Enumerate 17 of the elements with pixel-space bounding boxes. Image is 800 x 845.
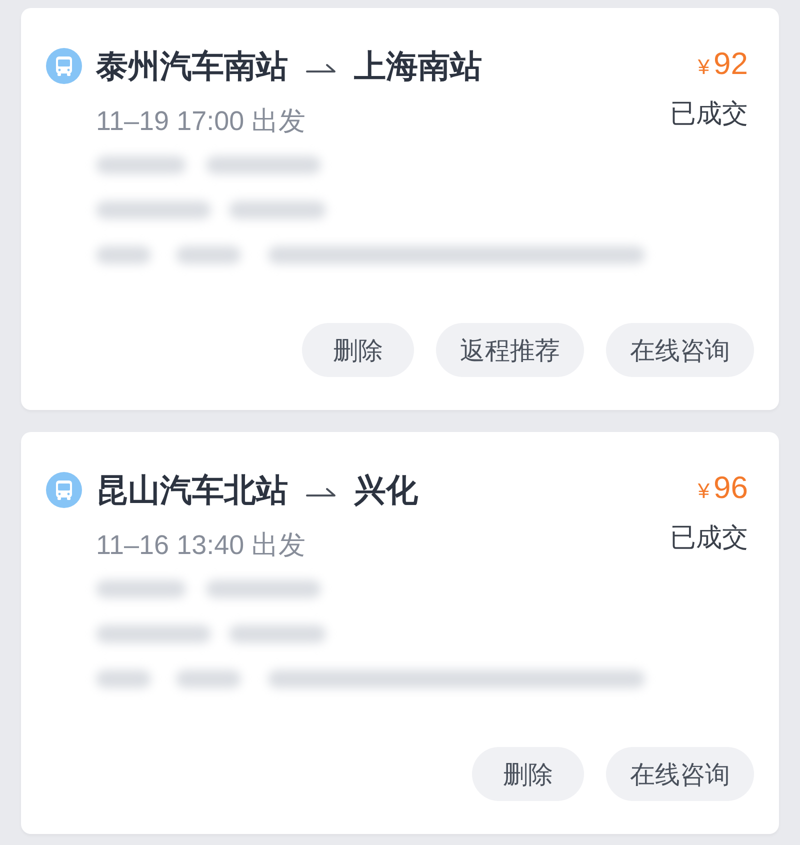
departure-time: 11–16 13:40 出发 xyxy=(96,530,307,560)
order-status: 已成交 xyxy=(670,522,748,552)
bus-icon xyxy=(46,48,82,84)
action-button[interactable]: 删除 xyxy=(472,747,584,801)
action-button[interactable]: 返程推荐 xyxy=(436,323,584,377)
price: ¥96 xyxy=(698,472,748,507)
departure-time: 11–19 17:00 出发 xyxy=(96,106,307,136)
action-button[interactable]: 删除 xyxy=(302,323,414,377)
station-name: 泰州汽车南站 xyxy=(96,48,288,84)
station-name: 上海南站 xyxy=(354,48,482,84)
order-status: 已成交 xyxy=(670,98,748,128)
action-button[interactable]: 在线咨询 xyxy=(606,323,754,377)
bus-icon xyxy=(46,472,82,508)
station-name: 昆山汽车北站 xyxy=(96,472,288,508)
action-button[interactable]: 在线咨询 xyxy=(606,747,754,801)
price: ¥92 xyxy=(698,48,748,83)
station-name: 兴化 xyxy=(354,472,418,508)
